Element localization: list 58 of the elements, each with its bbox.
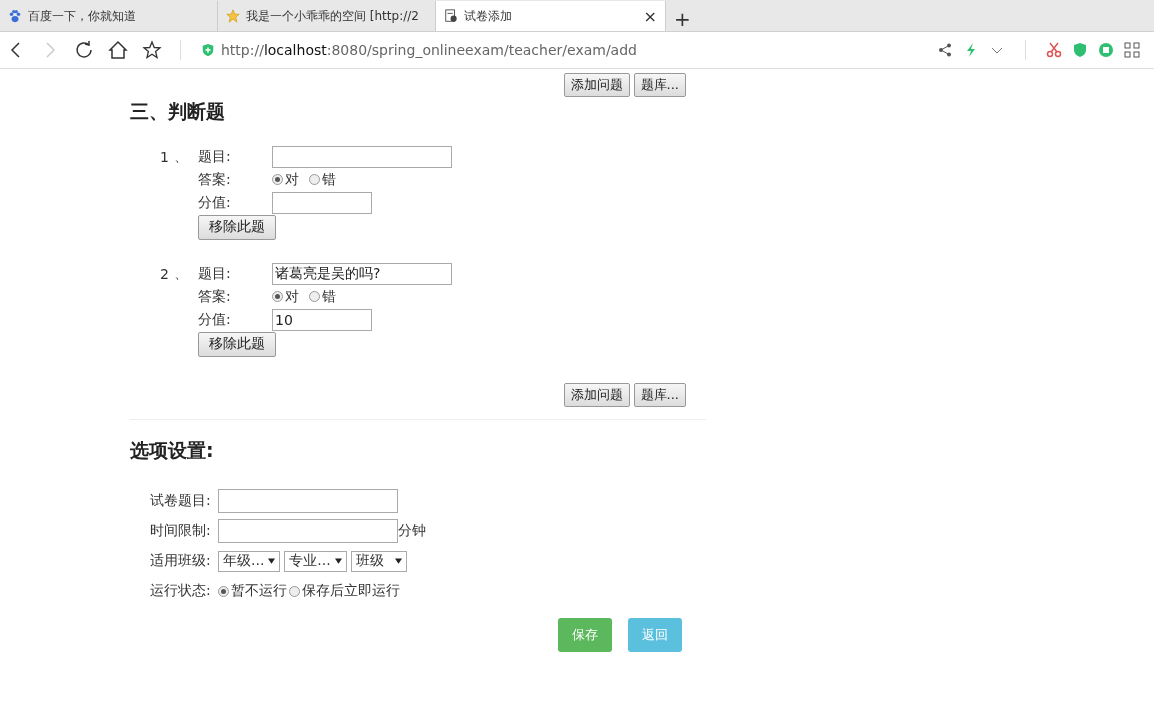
radio-option[interactable]: 对 — [272, 287, 299, 306]
radio-option[interactable]: 暂不运行 — [218, 582, 287, 600]
remove-question-button[interactable]: 移除此题 — [198, 331, 276, 357]
toolbar-button[interactable]: 题库... — [633, 383, 686, 407]
toolbar-button[interactable]: 添加问题 — [563, 383, 630, 407]
field-label: 适用班级: — [150, 552, 212, 570]
unit-label: 分钟 — [398, 522, 426, 540]
score-input[interactable] — [272, 191, 372, 214]
radio-option[interactable]: 错 — [309, 170, 336, 189]
question-number: 2 — [160, 265, 170, 282]
question-input[interactable]: 诸葛亮是吴的吗? — [272, 262, 452, 285]
question-number: 1 — [160, 148, 170, 165]
paw-icon — [8, 9, 22, 23]
field-label: 运行状态: — [150, 582, 212, 600]
apps-icon[interactable] — [1124, 42, 1140, 58]
field-label: 题目: — [198, 147, 232, 166]
field-label: 分值: — [198, 310, 232, 329]
field-label: 答案: — [198, 170, 232, 189]
home-icon[interactable] — [108, 40, 128, 60]
browser-tab[interactable]: 试卷添加 × — [436, 1, 666, 31]
caret-icon — [334, 558, 342, 564]
share-icon[interactable] — [937, 42, 953, 58]
browser-tab[interactable]: 百度一下，你就知道 — [0, 1, 218, 31]
question-input[interactable] — [272, 145, 452, 168]
radio-option[interactable]: 错 — [309, 287, 336, 306]
radio-option[interactable]: 对 — [272, 170, 299, 189]
section-title: 选项设置: — [130, 438, 215, 463]
field-label: 题目: — [198, 264, 232, 283]
time-limit-input[interactable] — [218, 519, 398, 543]
field-label: 分值: — [198, 193, 232, 212]
score-input[interactable]: 10 — [272, 308, 372, 331]
star-icon — [226, 9, 240, 23]
remove-question-button[interactable]: 移除此题 — [198, 214, 276, 240]
star-icon[interactable] — [142, 40, 162, 60]
caret-icon — [394, 558, 402, 564]
dropdown[interactable]: 年级... — [218, 550, 281, 572]
toolbar-button[interactable]: 添加问题 — [563, 73, 630, 97]
number-separator: 、 — [174, 147, 189, 166]
field-label: 答案: — [198, 287, 232, 306]
radio-option[interactable]: 保存后立即运行 — [289, 582, 400, 600]
number-separator: 、 — [174, 264, 189, 283]
shield-icon — [201, 43, 215, 57]
reload-icon[interactable] — [74, 40, 94, 60]
toolbar-button[interactable]: 题库... — [633, 73, 686, 97]
section-title: 三、判断题 — [130, 99, 226, 124]
circle-icon[interactable] — [1098, 42, 1114, 58]
dropdown[interactable]: 专业... — [284, 550, 347, 572]
new-tab-button[interactable]: + — [666, 7, 699, 31]
shield-icon[interactable] — [1072, 42, 1088, 58]
close-tab-button[interactable]: × — [643, 6, 657, 26]
dropdown[interactable]: 班级 — [350, 550, 407, 572]
scissors-icon[interactable] — [1046, 42, 1062, 58]
address-bar[interactable]: http://localhost:8080/spring_onlineexam/teacher/exam/add — [221, 42, 637, 58]
document-icon — [444, 9, 458, 23]
field-label: 试卷题目: — [150, 492, 212, 510]
field-label: 时间限制: — [150, 522, 212, 540]
exam-title-input[interactable] — [218, 489, 398, 513]
caret-icon — [268, 558, 276, 564]
